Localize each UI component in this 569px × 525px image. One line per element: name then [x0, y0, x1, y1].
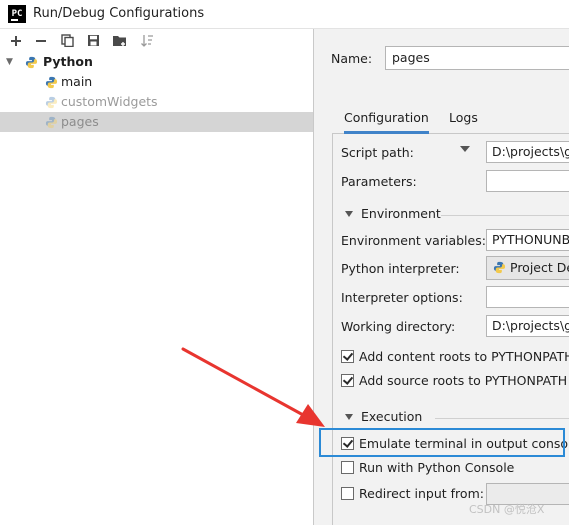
name-input[interactable]: pages	[385, 46, 569, 70]
editor-tabs: Configuration Logs	[332, 107, 569, 134]
tree-label-main: main	[61, 74, 93, 89]
tab-configuration[interactable]: Configuration	[344, 107, 429, 134]
section-divider	[435, 418, 569, 419]
python-interpreter-select[interactable]: Project De	[486, 256, 569, 280]
python-file-icon	[45, 76, 58, 89]
interpreter-options-input[interactable]	[486, 286, 569, 308]
tree-item-python[interactable]: ▼ Python	[0, 52, 313, 72]
title-bar: PC Run/Debug Configurations	[0, 0, 569, 29]
watermark: CSDN @悦沧Ⅹ	[469, 503, 545, 516]
python-icon	[25, 56, 38, 69]
checkbox-checked-icon	[341, 374, 354, 387]
python-interpreter-label: Python interpreter:	[341, 261, 460, 276]
env-vars-input[interactable]: PYTHONUNB	[486, 229, 569, 251]
python-file-icon	[45, 116, 58, 129]
run-python-console-label: Run with Python Console	[359, 460, 515, 475]
tree-label-customwidgets: customWidgets	[61, 94, 158, 109]
interpreter-options-label: Interpreter options:	[341, 290, 463, 305]
sort-icon[interactable]	[138, 32, 155, 49]
copy-icon[interactable]	[59, 32, 76, 49]
python-icon	[493, 261, 506, 274]
working-directory-input[interactable]: D:\projects\g	[486, 315, 569, 337]
collapse-arrow-icon	[345, 414, 353, 420]
highlight-box	[319, 428, 565, 457]
environment-section[interactable]: Environment	[345, 206, 569, 223]
folder-icon[interactable]	[111, 32, 128, 49]
configurations-tree: ▼ Python main customWidgets pages	[0, 52, 313, 132]
tree-item-pages[interactable]: pages	[0, 112, 313, 132]
save-icon[interactable]	[85, 32, 102, 49]
collapse-arrow-icon	[345, 211, 353, 217]
checkbox-checked-icon	[341, 350, 354, 363]
add-content-roots-label: Add content roots to PYTHONPATH	[359, 349, 569, 364]
tree-label-python: Python	[43, 54, 93, 69]
pycharm-logo-icon: PC	[8, 5, 26, 23]
expand-arrow-icon[interactable]: ▼	[6, 52, 13, 72]
section-divider	[441, 215, 569, 216]
environment-section-title: Environment	[361, 206, 441, 221]
name-label: Name:	[331, 51, 373, 66]
parameters-input[interactable]	[486, 170, 569, 192]
tree-item-customwidgets[interactable]: customWidgets	[0, 92, 313, 112]
configuration-form: Script path: D:\projects\g Parameters: E…	[332, 133, 569, 525]
tree-item-main[interactable]: main	[0, 72, 313, 92]
env-vars-label: Environment variables:	[341, 233, 486, 248]
configurations-toolbar	[0, 29, 313, 52]
working-directory-label: Working directory:	[341, 319, 456, 334]
tree-label-pages: pages	[61, 114, 99, 129]
configurations-panel: ▼ Python main customWidgets pages	[0, 29, 314, 525]
script-path-input[interactable]: D:\projects\g	[486, 141, 569, 163]
parameters-label: Parameters:	[341, 174, 417, 189]
execution-section[interactable]: Execution	[345, 409, 569, 426]
execution-section-title: Execution	[361, 409, 423, 424]
redirect-input-label: Redirect input from:	[359, 486, 484, 501]
window-title: Run/Debug Configurations	[33, 6, 205, 21]
add-icon[interactable]	[7, 32, 24, 49]
python-file-icon	[45, 96, 58, 109]
checkbox-unchecked-icon	[341, 487, 354, 500]
remove-icon[interactable]	[32, 32, 49, 49]
script-path-label: Script path:	[341, 145, 414, 160]
python-interpreter-value: Project De	[510, 260, 569, 275]
tab-logs[interactable]: Logs	[449, 107, 478, 131]
checkbox-unchecked-icon	[341, 461, 354, 474]
add-source-roots-label: Add source roots to PYTHONPATH	[359, 373, 568, 388]
script-type-dropdown-icon[interactable]	[460, 146, 470, 152]
